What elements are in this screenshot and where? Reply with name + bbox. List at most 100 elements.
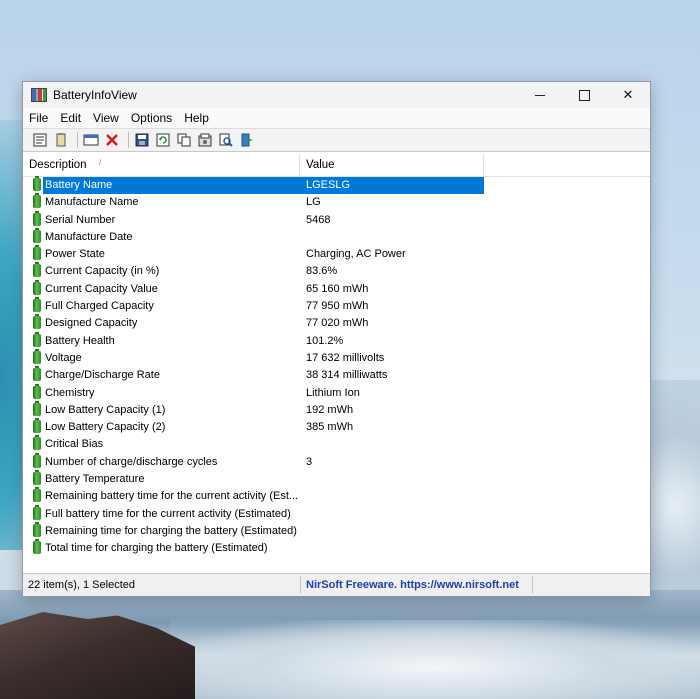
row-description: Designed Capacity — [45, 317, 138, 330]
row-value: 17 632 millivolts — [306, 351, 385, 364]
window-title: BatteryInfoView — [53, 88, 137, 102]
status-bar: 22 item(s), 1 Selected NirSoft Freeware.… — [23, 573, 650, 596]
menu-file[interactable]: File — [23, 111, 54, 125]
row-description: Low Battery Capacity (2) — [45, 421, 166, 434]
row-value: LGESLG — [306, 179, 351, 191]
list-row[interactable]: Battery Name LGESLG — [23, 176, 650, 194]
row-description: Total time for charging the battery (Est… — [45, 542, 268, 555]
row-description: Manufacture Name — [45, 196, 139, 209]
row-description: Serial Number — [45, 213, 116, 226]
status-divider — [300, 576, 301, 594]
list-row[interactable]: Battery Health 101.2% — [23, 331, 650, 350]
battery-icon — [33, 504, 41, 520]
battery-icon — [33, 262, 41, 278]
battery-icon — [33, 366, 41, 382]
properties-icon[interactable] — [31, 131, 49, 149]
list-row[interactable]: Full battery time for the current activi… — [23, 504, 650, 523]
battery-icon — [33, 435, 41, 451]
menu-view[interactable]: View — [87, 111, 125, 125]
maximize-button[interactable] — [562, 82, 606, 108]
close-icon: ✕ — [622, 87, 634, 102]
list-row[interactable]: Charge/Discharge Rate 38 314 milliwatts — [23, 366, 650, 384]
row-description: Current Capacity Value — [45, 282, 158, 295]
row-description: Chemistry — [45, 386, 95, 399]
close-button[interactable]: ✕ — [606, 82, 650, 108]
list-row[interactable]: Critical Bias — [23, 435, 650, 453]
save-icon[interactable] — [133, 131, 151, 149]
column-divider[interactable] — [299, 154, 300, 176]
row-value: 77 950 mWh — [306, 300, 369, 313]
list-row[interactable]: Serial Number 5468 — [23, 210, 650, 229]
row-value: 65 160 mWh — [306, 282, 369, 295]
row-value: 5468 — [306, 213, 331, 226]
row-value: 385 mWh — [306, 421, 354, 434]
battery-icon — [33, 314, 41, 330]
row-value: 192 mWh — [306, 403, 354, 416]
list-row[interactable]: Manufacture Name LG — [23, 193, 650, 211]
battery-icon — [33, 418, 41, 434]
battery-icon — [33, 400, 41, 416]
row-value: 38 314 milliwatts — [306, 369, 388, 382]
list-row[interactable]: Chemistry Lithium Ion — [23, 383, 650, 402]
battery-icon — [33, 297, 41, 313]
list-row[interactable]: Manufacture Date — [23, 227, 650, 246]
search-icon[interactable] — [217, 131, 235, 149]
menu-edit[interactable]: Edit — [54, 111, 87, 125]
list-row[interactable]: Power State Charging, AC Power — [23, 245, 650, 263]
row-description: Power State — [45, 248, 105, 261]
window-controls: ✕ — [518, 82, 650, 108]
battery-info-app-icon — [31, 88, 47, 102]
delete-icon[interactable] — [103, 131, 121, 149]
battery-property-list: Battery Name LGESLG Manufacture Name LG Seri… — [23, 176, 650, 558]
column-divider[interactable] — [483, 154, 484, 176]
battery-icon — [33, 245, 41, 261]
row-description: Manufacture Date — [45, 230, 133, 243]
row-description: Current Capacity (in %) — [45, 265, 160, 278]
list-row[interactable]: Low Battery Capacity (1) 192 mWh — [23, 400, 650, 419]
nirsoft-link[interactable]: NirSoft Freeware. https://www.nirsoft.ne… — [306, 579, 519, 591]
minimize-button[interactable] — [518, 82, 562, 108]
battery-icon — [33, 331, 41, 347]
row-value: 83.6% — [306, 265, 338, 278]
battery-icon — [33, 470, 41, 486]
menu-options[interactable]: Options — [125, 111, 178, 125]
list-row[interactable]: Number of charge/discharge cycles 3 — [23, 452, 650, 471]
row-description: Voltage — [45, 351, 82, 364]
html-report-icon[interactable] — [82, 131, 100, 149]
list-row[interactable]: Voltage 17 632 millivolts — [23, 348, 650, 367]
status-divider — [532, 576, 533, 594]
title-bar[interactable]: BatteryInfoView ✕ — [23, 82, 650, 108]
app-window: BatteryInfoView ✕ File Edit View Options… — [22, 81, 651, 596]
list-row[interactable]: Designed Capacity 77 020 mWh — [23, 314, 650, 332]
battery-icon — [33, 487, 41, 503]
list-row[interactable]: Remaining battery time for the current a… — [23, 487, 650, 505]
battery-icon — [33, 348, 41, 364]
list-row[interactable]: Battery Temperature — [23, 470, 650, 488]
row-description: Battery Name — [45, 179, 113, 191]
list-row[interactable]: Total time for charging the battery (Est… — [23, 539, 650, 557]
list-row[interactable]: Current Capacity (in %) 83.6% — [23, 262, 650, 280]
list-row[interactable]: Remaining time for charging the battery … — [23, 521, 650, 540]
item-count: 22 item(s), 1 Selected — [28, 579, 135, 591]
list-row[interactable]: Full Charged Capacity 77 950 mWh — [23, 297, 650, 315]
minimize-icon — [535, 94, 545, 96]
refresh-icon[interactable] — [154, 131, 172, 149]
column-header-value[interactable]: Value — [306, 159, 335, 171]
row-description: Battery Health — [45, 334, 115, 347]
sort-ascending-icon: / — [99, 158, 102, 167]
column-header-description[interactable]: Description — [29, 159, 87, 171]
row-value: 77 020 mWh — [306, 317, 369, 330]
maximize-icon — [578, 89, 590, 101]
battery-icon — [33, 227, 41, 243]
row-description: Charge/Discharge Rate — [45, 369, 160, 382]
list-row[interactable]: Current Capacity Value 65 160 mWh — [23, 279, 650, 298]
row-description: Low Battery Capacity (1) — [45, 403, 166, 416]
copy-selected-icon[interactable] — [175, 131, 193, 149]
menu-help[interactable]: Help — [178, 111, 215, 125]
battery-icon — [33, 521, 41, 537]
exit-icon[interactable] — [238, 131, 256, 149]
copy-icon[interactable] — [52, 131, 70, 149]
row-value: 3 — [306, 455, 313, 468]
list-row[interactable]: Low Battery Capacity (2) 385 mWh — [23, 418, 650, 436]
options-icon[interactable] — [196, 131, 214, 149]
